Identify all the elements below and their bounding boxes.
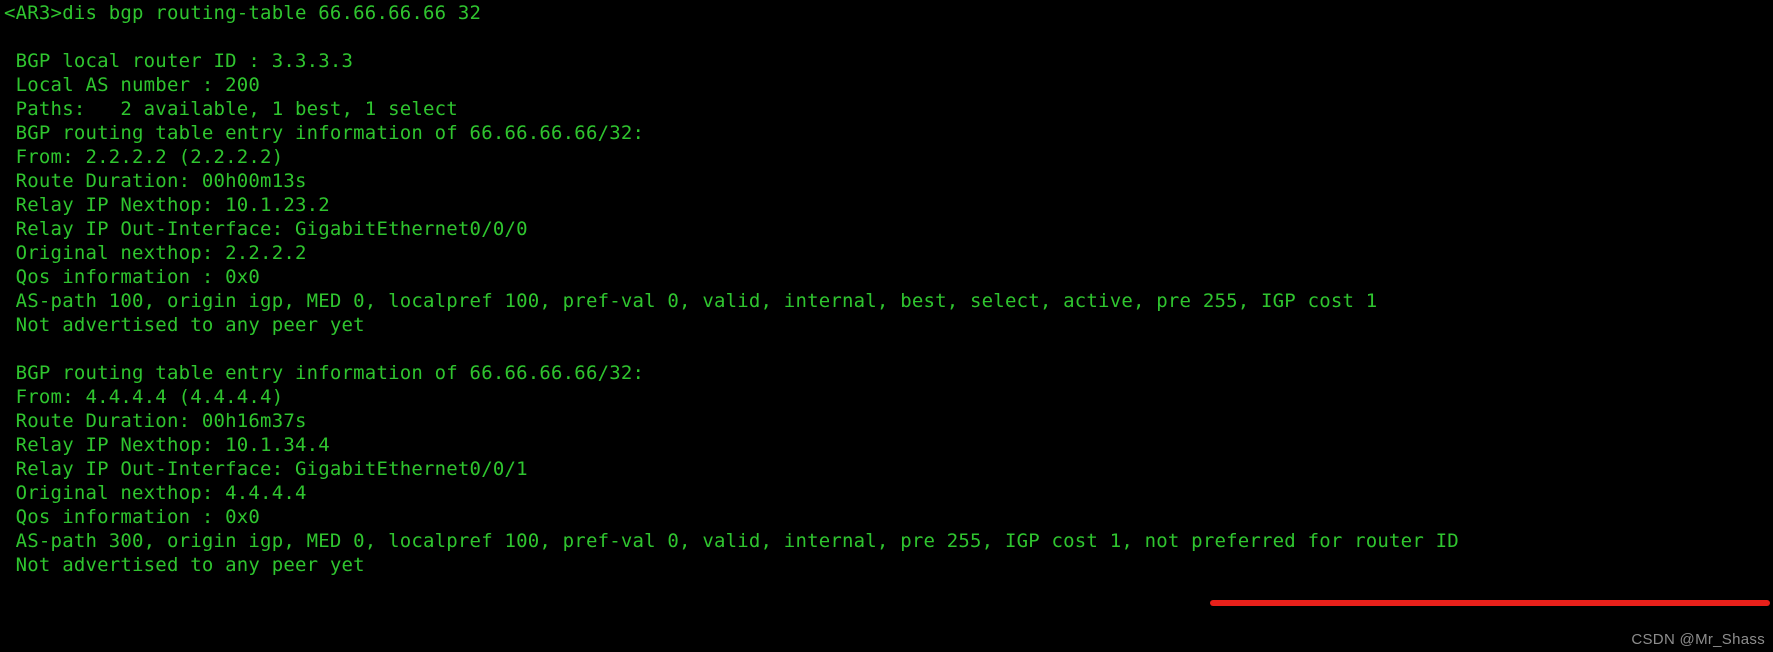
entry-2-from-line: From: 4.4.4.4 (4.4.4.4) (4, 386, 284, 408)
entry-1-from-line: From: 2.2.2.2 (2.2.2.2) (4, 146, 284, 168)
red-underline-annotation (1210, 600, 1770, 606)
entry-2-as-path-line: AS-path 300, origin igp, MED 0, localpre… (4, 530, 1459, 552)
entry-1-relay-ip-out-interface-line: Relay IP Out-Interface: GigabitEthernet0… (4, 218, 528, 240)
entry-2-header-line: BGP routing table entry information of 6… (4, 362, 645, 384)
entry-2-route-duration-line: Route Duration: 00h16m37s (4, 410, 307, 432)
terminal-screen[interactable]: <AR3>dis bgp routing-table 66.66.66.66 3… (0, 0, 1773, 652)
entry-2-original-nexthop-line: Original nexthop: 4.4.4.4 (4, 482, 307, 504)
entry-1-qos-information-line: Qos information : 0x0 (4, 266, 261, 288)
entry-1-header-line: BGP routing table entry information of 6… (4, 122, 645, 144)
local-as-number-line: Local AS number : 200 (4, 74, 261, 96)
command-line: <AR3>dis bgp routing-table 66.66.66.66 3… (4, 2, 482, 24)
terminal-window[interactable]: <AR3>dis bgp routing-table 66.66.66.66 3… (0, 0, 1773, 652)
bgp-local-router-id-line: BGP local router ID : 3.3.3.3 (4, 50, 354, 72)
entry-1-relay-ip-nexthop-line: Relay IP Nexthop: 10.1.23.2 (4, 194, 330, 216)
watermark: CSDN @Mr_Shass (1631, 631, 1765, 648)
entry-2-not-advertised-line: Not advertised to any peer yet (4, 554, 365, 576)
entry-2-relay-ip-nexthop-line: Relay IP Nexthop: 10.1.34.4 (4, 434, 330, 456)
paths-summary-line: Paths: 2 available, 1 best, 1 select (4, 98, 458, 120)
entry-2-relay-ip-out-interface-line: Relay IP Out-Interface: GigabitEthernet0… (4, 458, 528, 480)
entry-1-as-path-line: AS-path 100, origin igp, MED 0, localpre… (4, 290, 1378, 312)
entry-1-route-duration-line: Route Duration: 00h00m13s (4, 170, 307, 192)
entry-1-original-nexthop-line: Original nexthop: 2.2.2.2 (4, 242, 307, 264)
entry-1-not-advertised-line: Not advertised to any peer yet (4, 314, 365, 336)
entry-2-qos-information-line: Qos information : 0x0 (4, 506, 261, 528)
